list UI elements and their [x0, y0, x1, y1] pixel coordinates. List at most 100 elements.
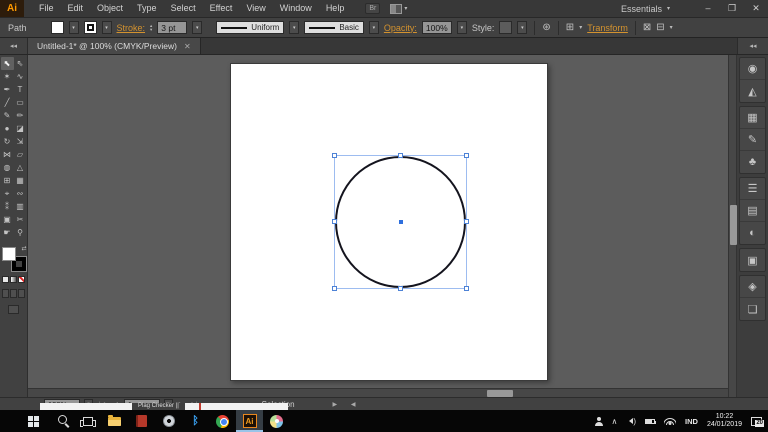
bounding-box-icon[interactable]: ⊠	[643, 21, 651, 34]
stroke-weight-input[interactable]: 3 pt	[157, 21, 187, 34]
task-view-button[interactable]	[74, 410, 101, 432]
panel-color[interactable]: ◉	[740, 58, 765, 80]
selection-tool[interactable]: ⬉	[1, 57, 14, 70]
gradient-tool[interactable]: ▦	[14, 174, 27, 187]
file-explorer-button[interactable]	[101, 410, 128, 432]
panel-appearance[interactable]: ▣	[740, 249, 765, 271]
language-indicator[interactable]: IND	[685, 417, 698, 426]
draw-behind-button[interactable]	[10, 289, 17, 298]
canvas[interactable]	[28, 55, 728, 397]
pen-tool[interactable]: ✒	[1, 83, 14, 96]
more-options-icon[interactable]: ⊟	[656, 21, 664, 34]
battery-icon[interactable]	[645, 419, 655, 424]
arrange-documents-icon[interactable]: ▾	[390, 4, 407, 14]
stroke-panel-link[interactable]: Stroke:	[117, 23, 146, 33]
mesh-tool[interactable]: ⊞	[1, 174, 14, 187]
fill-color-caret[interactable]: ▾	[69, 21, 79, 34]
stroke-color-caret[interactable]: ▾	[102, 21, 112, 34]
stepper-down-icon[interactable]: ▾	[150, 28, 152, 32]
volume-icon[interactable]: )	[626, 417, 636, 426]
collapse-dock-icon[interactable]: ◂◂	[737, 38, 768, 54]
magic-wand-tool[interactable]: ✶	[1, 70, 14, 83]
collapse-toolbar-icon[interactable]: ◂◂	[0, 38, 28, 54]
selection-handle-ne[interactable]	[464, 153, 469, 158]
panel-stroke[interactable]: ☰	[740, 178, 765, 200]
align-options-caret[interactable]: ▾	[579, 24, 582, 31]
illustrator-taskbar-button[interactable]: Ai	[236, 410, 263, 432]
menu-select[interactable]: Select	[164, 0, 203, 17]
opacity-input[interactable]: 100%	[422, 21, 452, 34]
fill-color-swatch[interactable]	[51, 21, 64, 34]
pencil-tool[interactable]: ✏	[14, 109, 27, 122]
selection-handle-w[interactable]	[332, 219, 337, 224]
recolor-artwork-icon[interactable]: ⊛	[542, 21, 550, 34]
scale-tool[interactable]: ⇲	[14, 135, 27, 148]
graphic-style-caret[interactable]: ▾	[517, 21, 527, 34]
paintbrush-tool[interactable]: ✎	[1, 109, 14, 122]
background-window-sliver[interactable]: Plag Checker ||	[40, 403, 288, 410]
rectangle-tool[interactable]: ▭	[14, 96, 27, 109]
stroke-color-swatch[interactable]	[84, 21, 97, 34]
menu-effect[interactable]: Effect	[203, 0, 240, 17]
search-button[interactable]	[47, 410, 74, 432]
panel-swatches[interactable]: ▦	[740, 107, 765, 129]
start-button[interactable]	[20, 410, 47, 432]
paint-app-button[interactable]	[263, 410, 290, 432]
arrow-left-icon[interactable]: ◀	[351, 402, 362, 408]
transform-panel-link[interactable]: Transform	[587, 23, 628, 33]
panel-layers[interactable]: ◈	[740, 276, 765, 298]
background-window-title[interactable]: Plag Checker ||	[132, 403, 185, 410]
panel-color-guide[interactable]: ◭	[740, 80, 765, 102]
vertical-scrollbar[interactable]	[728, 55, 737, 397]
menu-view[interactable]: View	[239, 0, 272, 17]
swap-fill-stroke-icon[interactable]: ⇄	[21, 245, 26, 252]
menu-help[interactable]: Help	[319, 0, 352, 17]
selection-bounding-box[interactable]	[334, 155, 467, 289]
blob-brush-tool[interactable]: ●	[1, 122, 14, 135]
perspective-grid-tool[interactable]: △	[14, 161, 27, 174]
selection-handle-sw[interactable]	[332, 286, 337, 291]
selection-handle-nw[interactable]	[332, 153, 337, 158]
center-anchor-point[interactable]	[399, 220, 403, 224]
more-options-caret[interactable]: ▾	[670, 24, 673, 31]
shape-builder-tool[interactable]: ◍	[1, 161, 14, 174]
status-bar-arrows[interactable]: ▶ ◀	[333, 401, 362, 408]
draw-normal-button[interactable]	[2, 289, 9, 298]
vertical-scroll-thumb[interactable]	[730, 205, 737, 245]
selection-handle-se[interactable]	[464, 286, 469, 291]
panel-brushes[interactable]: ✎	[740, 129, 765, 151]
color-button[interactable]	[2, 276, 9, 283]
opacity-panel-link[interactable]: Opacity:	[384, 23, 417, 33]
menu-window[interactable]: Window	[273, 0, 319, 17]
panel-symbols[interactable]: ♣	[740, 151, 765, 173]
graphic-style-swatch[interactable]	[499, 21, 512, 34]
free-transform-tool[interactable]: ▱	[14, 148, 27, 161]
line-segment-tool[interactable]: ╱	[1, 96, 14, 109]
document-tab[interactable]: Untitled-1* @ 100% (CMYK/Preview) ✕	[28, 38, 201, 54]
menu-edit[interactable]: Edit	[61, 0, 91, 17]
workspace-switcher[interactable]: Essentials ▾	[621, 4, 670, 14]
opacity-caret[interactable]: ▾	[457, 21, 467, 34]
selection-handle-e[interactable]	[464, 219, 469, 224]
blend-tool[interactable]: ∾	[14, 187, 27, 200]
clock[interactable]: 10:22 24/01/2019	[707, 413, 742, 429]
menu-type[interactable]: Type	[130, 0, 164, 17]
column-graph-tool[interactable]: ▥	[14, 200, 27, 213]
network-icon[interactable]	[664, 417, 676, 425]
panel-transparency[interactable]: ◐	[740, 222, 765, 244]
panel-gradient[interactable]: ▤	[740, 200, 765, 222]
menu-object[interactable]: Object	[90, 0, 130, 17]
fill-stroke-indicator[interactable]: ⇄	[2, 247, 26, 271]
notification-center-icon[interactable]: 20	[751, 417, 762, 426]
restore-button[interactable]: ❐	[720, 0, 744, 17]
bluetooth-button[interactable]: ᛒ	[182, 410, 209, 432]
stroke-weight-caret[interactable]: ▾	[192, 21, 202, 34]
eraser-tool[interactable]: ◪	[14, 122, 27, 135]
draw-inside-button[interactable]	[18, 289, 25, 298]
width-tool[interactable]: ⋈	[1, 148, 14, 161]
hand-tool[interactable]: ☛	[1, 226, 14, 239]
screen-mode-button[interactable]	[8, 305, 19, 314]
rotate-tool[interactable]: ↻	[1, 135, 14, 148]
none-button[interactable]	[18, 276, 25, 283]
panel-artboards[interactable]: ❏	[740, 298, 765, 320]
